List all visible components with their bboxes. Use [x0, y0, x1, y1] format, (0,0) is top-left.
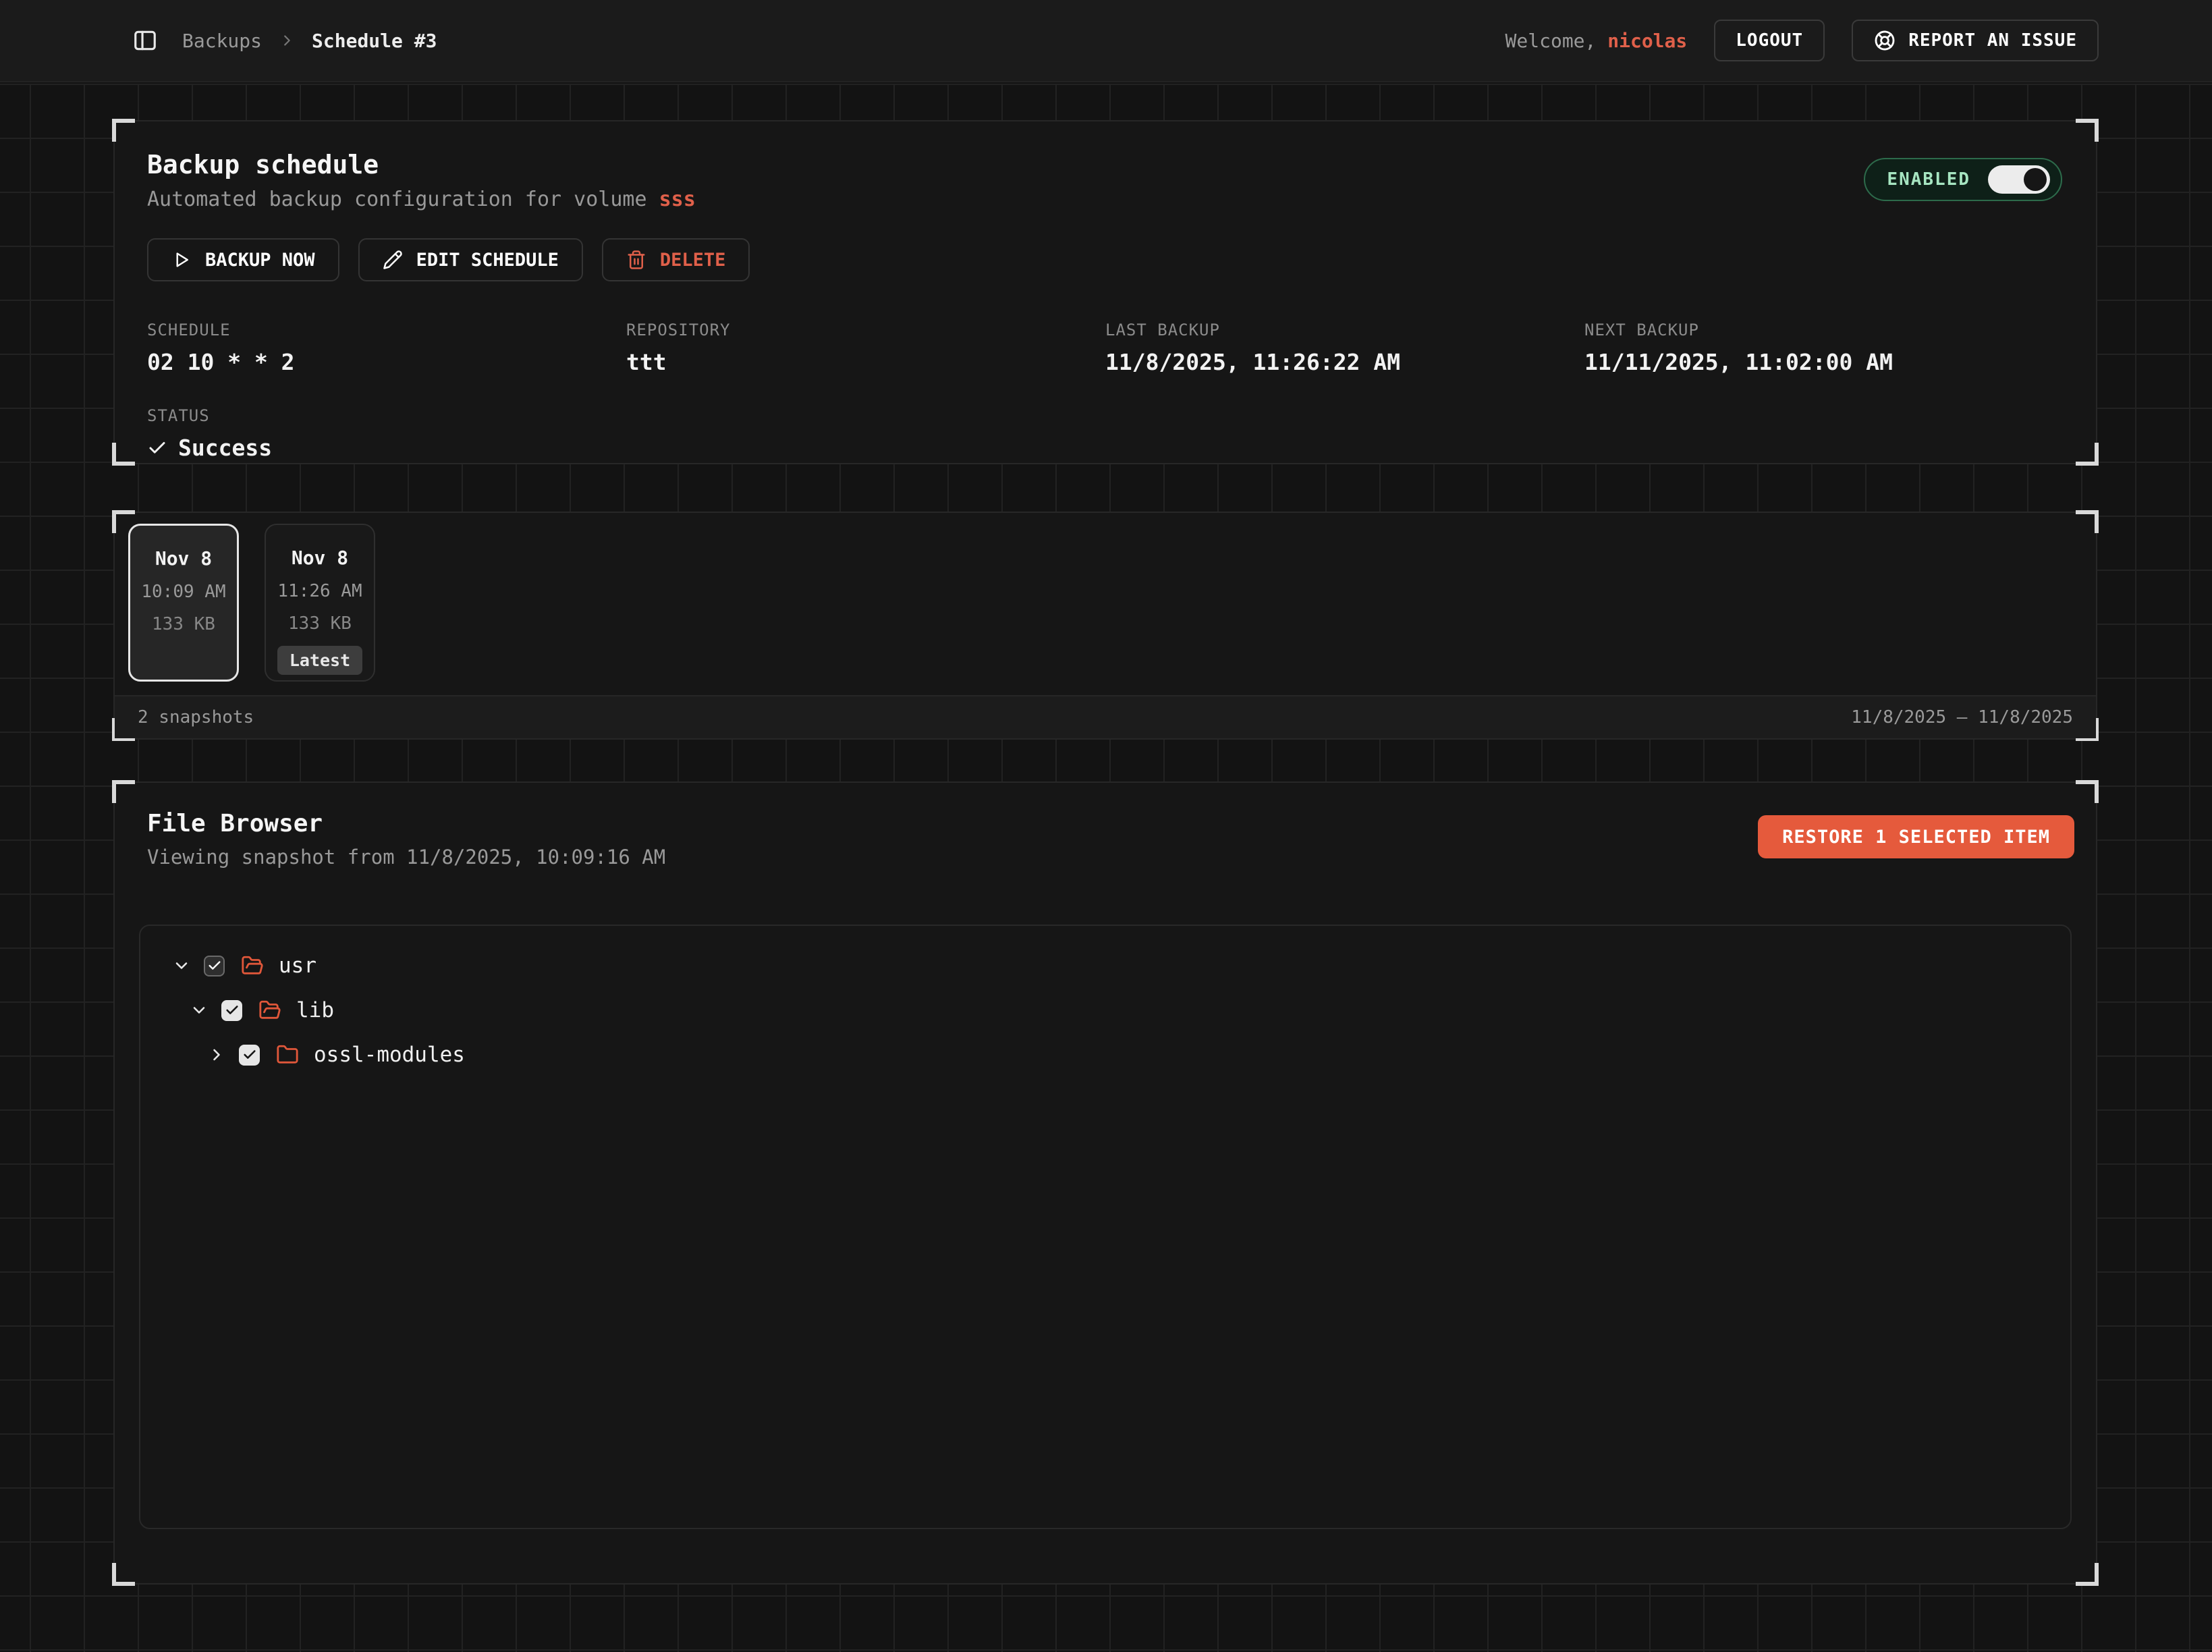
enabled-label: ENABLED — [1887, 169, 1970, 190]
tree-label: usr — [279, 954, 316, 978]
tree-row-ossl-modules[interactable]: ossl-modules — [140, 1032, 2070, 1077]
file-browser-panel: File Browser Viewing snapshot from 11/8/… — [113, 781, 2097, 1585]
sidebar-toggle-button[interactable] — [132, 28, 158, 53]
field-value: 02 10 * * 2 — [147, 349, 626, 375]
tree-row-lib[interactable]: lib — [140, 988, 2070, 1032]
latest-badge: Latest — [277, 646, 362, 675]
snapshot-date: Nov 8 — [266, 547, 374, 569]
schedule-subtitle: Automated backup configuration for volum… — [147, 188, 696, 211]
chevron-down-icon[interactable] — [189, 1000, 209, 1020]
snapshot-size: 133 KB — [266, 613, 374, 634]
field-value: ttt — [626, 349, 1105, 375]
snapshot-count: 2 snapshots — [138, 707, 254, 727]
checkbox-indeterminate[interactable] — [204, 956, 225, 976]
corner-bracket — [2076, 780, 2099, 803]
corner-bracket — [2076, 510, 2099, 533]
field-next-backup: NEXT BACKUP 11/11/2025, 11:02:00 AM — [1584, 321, 2064, 375]
file-browser-subtitle: Viewing snapshot from 11/8/2025, 10:09:1… — [147, 846, 665, 869]
snapshot-date-range: 11/8/2025 – 11/8/2025 — [1851, 707, 2073, 727]
status-badge: Success — [147, 435, 2064, 461]
field-schedule: SCHEDULE 02 10 * * 2 — [147, 321, 626, 375]
edit-schedule-label: EDIT SCHEDULE — [416, 250, 559, 271]
checkbox-checked[interactable] — [239, 1045, 260, 1066]
backup-now-button[interactable]: BACKUP NOW — [147, 238, 339, 281]
breadcrumb-backups[interactable]: Backups — [182, 30, 262, 52]
file-browser-title: File Browser — [147, 810, 665, 837]
field-label: REPOSITORY — [626, 321, 1105, 339]
corner-bracket — [112, 443, 135, 466]
welcome-text: Welcome, nicolas — [1505, 30, 1688, 52]
corner-bracket — [2076, 119, 2099, 142]
play-icon — [171, 250, 192, 270]
snapshot-card-selected[interactable]: Nov 8 10:09 AM 133 KB — [128, 524, 239, 682]
chevron-right-icon — [279, 33, 294, 48]
lifebuoy-icon — [1873, 29, 1896, 52]
snapshot-time: 11:26 AM — [266, 581, 374, 601]
topbar-right: Welcome, nicolas LOGOUT REPORT AN ISSUE — [1505, 20, 2099, 61]
corner-bracket — [112, 1563, 135, 1586]
trash-icon — [626, 250, 646, 270]
breadcrumb-current: Schedule #3 — [312, 30, 437, 52]
logout-button[interactable]: LOGOUT — [1714, 20, 1825, 61]
corner-bracket — [2076, 443, 2099, 466]
corner-bracket — [112, 780, 135, 803]
file-tree: usr lib ossl-modules — [139, 925, 2072, 1529]
snapshot-card-latest[interactable]: Nov 8 11:26 AM 133 KB Latest — [265, 524, 375, 682]
file-browser-heading: File Browser Viewing snapshot from 11/8/… — [147, 810, 665, 869]
field-label: SCHEDULE — [147, 321, 626, 339]
field-label: NEXT BACKUP — [1584, 321, 2064, 339]
corner-bracket — [2076, 1563, 2099, 1586]
snapshots-footer: 2 snapshots 11/8/2025 – 11/8/2025 — [115, 695, 2096, 738]
status-text: Success — [178, 435, 272, 461]
topbar-left: Backups Schedule #3 — [132, 28, 437, 53]
breadcrumb: Backups Schedule #3 — [182, 30, 437, 52]
field-value: 11/8/2025, 11:26:22 AM — [1105, 349, 1584, 375]
corner-bracket — [112, 119, 135, 142]
enabled-toggle[interactable]: ENABLED — [1864, 158, 2062, 201]
snapshot-date: Nov 8 — [130, 547, 237, 570]
edit-schedule-button[interactable]: EDIT SCHEDULE — [358, 238, 583, 281]
backup-now-label: BACKUP NOW — [205, 250, 315, 271]
snapshot-time: 10:09 AM — [130, 582, 237, 602]
check-icon — [147, 438, 167, 458]
tree-row-usr[interactable]: usr — [140, 943, 2070, 988]
backup-schedule-panel: Backup schedule Automated backup configu… — [113, 120, 2097, 464]
field-last-backup: LAST BACKUP 11/8/2025, 11:26:22 AM — [1105, 321, 1584, 375]
panel-left-icon — [132, 28, 158, 53]
folder-open-icon — [241, 954, 264, 977]
status-label: STATUS — [147, 406, 2064, 425]
field-label: LAST BACKUP — [1105, 321, 1584, 339]
snapshot-list: Nov 8 10:09 AM 133 KB Nov 8 11:26 AM 133… — [115, 513, 2096, 692]
toggle-knob — [2024, 168, 2047, 191]
topbar: Backups Schedule #3 Welcome, nicolas LOG… — [0, 0, 2212, 82]
chevron-down-icon[interactable] — [171, 956, 192, 976]
delete-label: DELETE — [660, 250, 726, 271]
restore-button[interactable]: RESTORE 1 SELECTED ITEM — [1758, 815, 2074, 858]
schedule-fields: SCHEDULE 02 10 * * 2 REPOSITORY ttt LAST… — [147, 321, 2064, 375]
field-status: STATUS Success — [147, 406, 2064, 461]
folder-icon — [276, 1043, 299, 1066]
pencil-icon — [383, 250, 403, 270]
checkbox-checked[interactable] — [221, 1000, 242, 1021]
field-repository: REPOSITORY ttt — [626, 321, 1105, 375]
field-value: 11/11/2025, 11:02:00 AM — [1584, 349, 2064, 375]
tree-label: ossl-modules — [314, 1043, 465, 1067]
schedule-panel-heading: Backup schedule Automated backup configu… — [147, 150, 696, 211]
delete-button[interactable]: DELETE — [602, 238, 750, 281]
toggle-switch[interactable] — [1988, 165, 2050, 194]
volume-name: sss — [659, 188, 696, 211]
tree-label: lib — [296, 998, 334, 1022]
folder-open-icon — [258, 999, 281, 1022]
logout-button-label: LOGOUT — [1736, 30, 1803, 51]
report-issue-button[interactable]: REPORT AN ISSUE — [1852, 20, 2099, 61]
report-issue-label: REPORT AN ISSUE — [1908, 30, 2077, 51]
snapshot-size: 133 KB — [130, 614, 237, 634]
page-title: Backup schedule — [147, 150, 696, 180]
corner-bracket — [112, 510, 135, 533]
username: nicolas — [1607, 30, 1687, 52]
schedule-actions: BACKUP NOW EDIT SCHEDULE DELETE — [147, 238, 2064, 281]
snapshots-panel: Nov 8 10:09 AM 133 KB Nov 8 11:26 AM 133… — [113, 512, 2097, 740]
chevron-right-icon[interactable] — [206, 1045, 227, 1065]
